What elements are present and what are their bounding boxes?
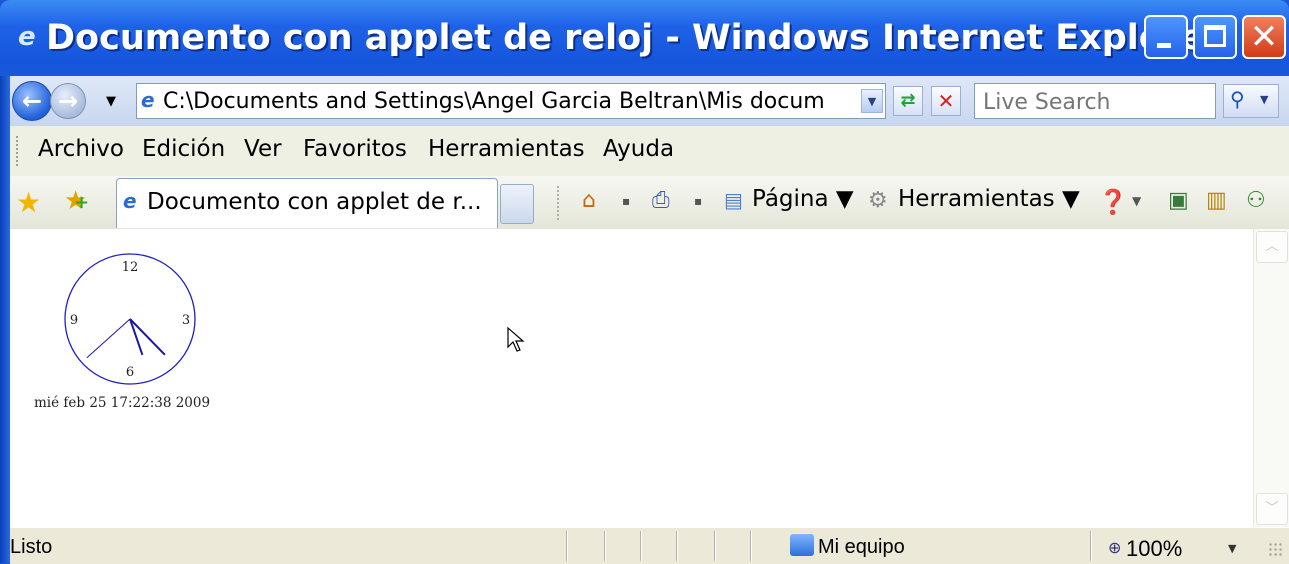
clock-numeral-6: 6	[126, 365, 134, 380]
status-divider	[750, 531, 752, 561]
menu-herramientas[interactable]: Herramientas	[428, 136, 585, 162]
help-icon[interactable]: ❓	[1098, 188, 1128, 216]
status-divider	[566, 531, 568, 561]
clock-numeral-12: 12	[122, 260, 139, 275]
clock-date-label: mié feb 25 17:22:38 2009	[34, 395, 211, 411]
contacts-icon[interactable]: ⚇	[1246, 188, 1266, 213]
menu-ayuda[interactable]: Ayuda	[603, 136, 674, 162]
stop-icon: ✕	[937, 89, 955, 113]
page-menu-icon: ▤	[724, 188, 743, 212]
minimize-icon	[1157, 43, 1171, 48]
title-bar[interactable]: e Documento con applet de reloj - Window…	[0, 0, 1289, 86]
scroll-down-button[interactable]: ﹀	[1256, 493, 1288, 525]
close-button[interactable]: ✕	[1242, 15, 1286, 59]
window-frame-left	[0, 76, 10, 563]
scroll-up-button[interactable]: ︿	[1256, 231, 1288, 263]
home-dropdown-icon[interactable]: ▪	[622, 194, 630, 208]
stop-button[interactable]: ✕	[931, 86, 961, 116]
maximize-button[interactable]	[1193, 15, 1237, 59]
clock-numeral-9: 9	[70, 313, 78, 328]
search-button[interactable]: ⚲ ▼	[1223, 84, 1279, 118]
toolbar-separator	[557, 186, 561, 220]
address-input[interactable]: C:\Documents and Settings\Angel Garcia B…	[163, 89, 859, 114]
browser-window: e Documento con applet de reloj - Window…	[0, 0, 1289, 564]
security-zone-label[interactable]: Mi equipo	[818, 536, 905, 559]
clock-applet: 12 3 6 9	[64, 253, 196, 385]
minimize-button[interactable]	[1144, 15, 1188, 59]
menu-bar: Archivo Edición Ver Favoritos Herramient…	[10, 126, 1289, 177]
status-divider	[1090, 531, 1092, 561]
clock-second-hand	[86, 318, 131, 359]
tab-active[interactable]: e Documento con applet de r...	[116, 178, 498, 228]
favorites-center-icon[interactable]: ★	[16, 186, 41, 219]
research-icon[interactable]: ▣	[1168, 188, 1189, 213]
vertical-scrollbar[interactable]: ︿ ﹀	[1253, 229, 1289, 527]
recent-pages-dropdown-icon[interactable]: ▼	[106, 94, 116, 109]
page-menu-button[interactable]: Página ▼	[752, 186, 854, 212]
menu-favoritos[interactable]: Favoritos	[303, 136, 407, 162]
zoom-icon: ⊕	[1108, 538, 1122, 557]
status-divider	[676, 531, 678, 561]
add-favorites-icon[interactable]: ★ +	[64, 186, 89, 216]
page-menu-label: Página	[752, 186, 829, 212]
window-title: Documento con applet de reloj - Windows …	[46, 18, 1222, 58]
search-icon: ⚲	[1230, 87, 1245, 111]
computer-zone-icon	[790, 534, 814, 556]
address-dropdown-button[interactable]: ▼	[861, 89, 883, 113]
status-text: Listo	[10, 536, 53, 558]
clock-numeral-3: 3	[182, 313, 190, 328]
forward-button[interactable]: →	[50, 83, 86, 119]
status-divider	[604, 531, 606, 561]
maximize-icon	[1204, 25, 1226, 47]
address-toolbar: ← → ▼ e C:\Documents and Settings\Angel …	[10, 76, 1289, 126]
toolbar-grip[interactable]	[16, 136, 21, 166]
ie-logo-icon: e	[18, 22, 36, 52]
back-arrow-icon: ←	[21, 87, 43, 115]
refresh-button[interactable]: ⇄	[893, 86, 923, 116]
home-icon[interactable]: ⌂	[582, 188, 596, 213]
forward-arrow-icon: →	[57, 87, 79, 115]
menu-ver[interactable]: Ver	[244, 136, 282, 162]
menu-archivo[interactable]: Archivo	[38, 136, 124, 162]
messenger-icon[interactable]: ▥	[1206, 188, 1227, 213]
status-bar: Listo Mi equipo ⊕ 100% ▼	[10, 527, 1289, 564]
tools-menu-button[interactable]: Herramientas ▼	[898, 186, 1080, 212]
page-content[interactable]: 12 3 6 9 mié feb 25 17:22:38 2009 ︿ ﹀	[10, 229, 1289, 527]
zoom-level[interactable]: 100%	[1126, 536, 1182, 562]
tools-menu-label: Herramientas	[898, 186, 1055, 212]
tab-page-icon: e	[123, 189, 137, 213]
mouse-pointer-icon	[507, 327, 525, 352]
close-icon: ✕	[1249, 17, 1279, 57]
tools-gear-icon: ⚙	[868, 188, 888, 213]
menu-edicion[interactable]: Edición	[142, 136, 225, 162]
page-icon: e	[141, 88, 155, 112]
resize-grip[interactable]	[1268, 542, 1282, 558]
refresh-icon: ⇄	[900, 90, 916, 111]
back-button[interactable]: ←	[12, 81, 52, 121]
status-divider	[640, 531, 642, 561]
search-options-dropdown-icon[interactable]: ▼	[1260, 93, 1268, 106]
print-icon[interactable]: ⎙	[652, 188, 670, 213]
help-dropdown-icon[interactable]: ▼	[1132, 194, 1141, 208]
search-box[interactable]	[974, 83, 1216, 119]
tab-label: Documento con applet de r...	[147, 189, 482, 215]
new-tab-button[interactable]	[500, 184, 534, 224]
zoom-dropdown-icon[interactable]: ▼	[1228, 542, 1236, 555]
tab-toolbar: ★ ★ + e Documento con applet de r... ⌂ ▪ …	[10, 176, 1289, 230]
search-input[interactable]	[981, 88, 1213, 116]
address-bar[interactable]: e C:\Documents and Settings\Angel Garcia…	[136, 83, 886, 119]
status-divider	[714, 531, 716, 561]
print-dropdown-icon[interactable]: ▪	[694, 194, 702, 208]
